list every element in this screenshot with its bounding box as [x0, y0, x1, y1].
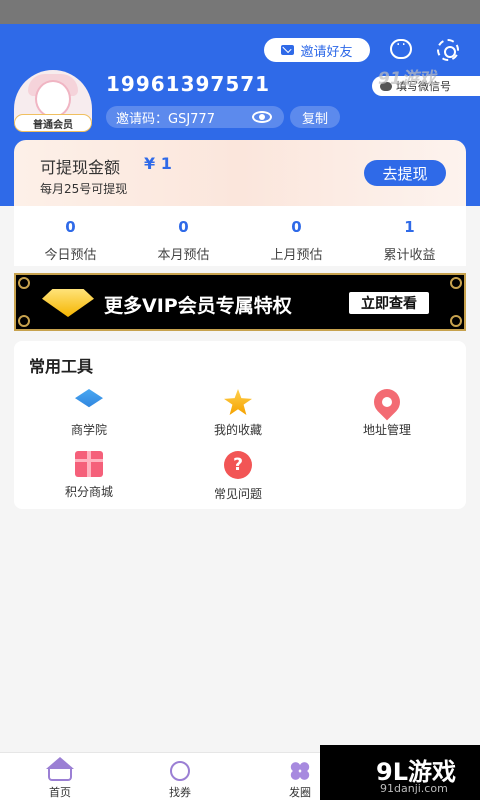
withdraw-label: 可提现金额: [40, 158, 121, 177]
vip-banner-text: 更多VIP会员专属特权: [104, 295, 292, 317]
location-pin-icon: [368, 383, 406, 421]
stat-label: 上月预估: [270, 248, 323, 263]
avatar-face: [35, 80, 71, 118]
common-tools-panel: 常用工具 商学院 我的收藏 地址管理 积分商城 ? 常见问题: [14, 341, 466, 509]
tool-label: 商学院: [70, 423, 107, 437]
stat-value: 0: [178, 218, 189, 236]
coupon-search-icon: [170, 761, 190, 781]
tool-label: 积分商城: [64, 485, 113, 499]
gift-icon: [75, 451, 103, 477]
withdraw-note: 每月25号可提现: [40, 182, 128, 196]
tool-business-school[interactable]: 商学院: [29, 389, 149, 438]
stat-this-month[interactable]: 0 本月预估: [127, 206, 240, 266]
status-bar: [0, 0, 480, 24]
ornament-icon: [18, 315, 30, 327]
stat-label: 累计收益: [383, 248, 436, 263]
gear-icon[interactable]: [437, 39, 459, 61]
stat-label: 今日预估: [44, 248, 97, 263]
ornament-icon: [450, 315, 462, 327]
user-phone: 19961397571: [106, 72, 271, 96]
tool-my-favorites[interactable]: 我的收藏: [178, 389, 298, 438]
copy-button[interactable]: 复制: [290, 106, 340, 128]
eye-icon[interactable]: [252, 111, 272, 123]
invite-friends-label: 邀请好友: [300, 44, 353, 60]
ornament-icon: [450, 277, 462, 289]
withdraw-button[interactable]: 去提现: [364, 160, 446, 186]
watermark-url: 91danji.com: [380, 782, 448, 795]
graduation-cap-icon: [75, 389, 103, 408]
diamond-icon: [42, 289, 94, 317]
stat-last-month[interactable]: 0 上月预估: [240, 206, 353, 266]
tab-label: 首页: [49, 786, 71, 799]
tab-label: 发圈: [289, 786, 311, 799]
message-icon[interactable]: [390, 37, 412, 59]
star-icon: [224, 389, 252, 415]
ornament-icon: [18, 277, 30, 289]
invite-code-field: 邀请码：GSJ777: [106, 106, 284, 128]
tool-label: 我的收藏: [213, 423, 262, 437]
tab-label: 找券: [169, 786, 191, 799]
stat-value: 0: [65, 218, 76, 236]
envelope-icon: [281, 45, 295, 55]
stat-today[interactable]: 0 今日预估: [14, 206, 127, 266]
stat-value: 0: [291, 218, 302, 236]
invite-friends-button[interactable]: 邀请好友: [264, 38, 370, 62]
tool-points-mall[interactable]: 积分商城: [29, 451, 149, 500]
tool-faq[interactable]: ? 常见问题: [178, 451, 298, 502]
stat-value: 1: [404, 218, 415, 236]
tool-label: 地址管理: [362, 423, 411, 437]
withdraw-amount: ¥ 1: [144, 154, 172, 173]
tab-find-coupons[interactable]: 找券: [120, 753, 240, 800]
tool-address-management[interactable]: 地址管理: [327, 383, 447, 438]
withdraw-card: 可提现金额 ¥ 1 每月25号可提现 去提现: [14, 140, 466, 206]
stat-total[interactable]: 1 累计收益: [353, 206, 466, 266]
tab-home[interactable]: 首页: [0, 753, 120, 800]
home-icon: [48, 767, 72, 781]
vip-banner[interactable]: 更多VIP会员专属特权 立即查看: [14, 273, 466, 331]
tool-label: 常见问题: [213, 487, 262, 501]
earnings-stats: 0 今日预估 0 本月预估 0 上月预估 1 累计收益: [14, 206, 466, 266]
member-level-badge: 普通会员: [14, 114, 92, 132]
watermark-logo-top: 91游戏: [378, 69, 436, 89]
share-circle-icon: [289, 761, 311, 781]
help-icon: ?: [224, 451, 252, 479]
tools-title: 常用工具: [29, 357, 94, 376]
stat-label: 本月预估: [157, 248, 210, 263]
vip-view-button[interactable]: 立即查看: [349, 292, 429, 314]
invite-code-text: 邀请码：GSJ777: [116, 111, 215, 127]
